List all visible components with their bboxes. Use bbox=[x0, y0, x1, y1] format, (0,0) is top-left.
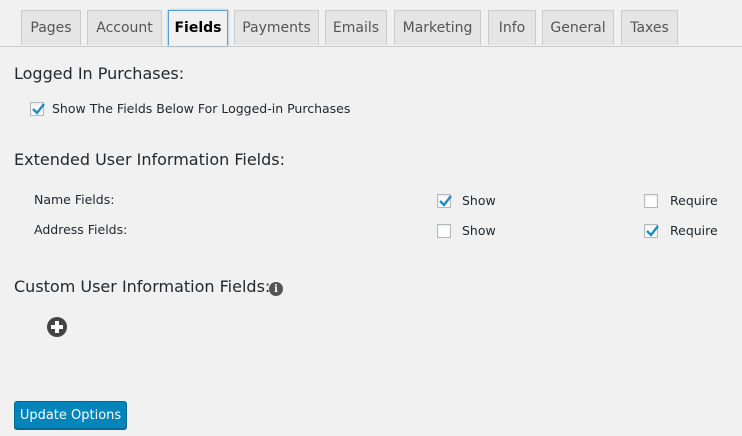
address-show-checkbox[interactable] bbox=[437, 224, 451, 238]
custom-heading: Custom User Information Fields: bbox=[14, 277, 271, 296]
tab-marketing[interactable]: Marketing bbox=[394, 10, 481, 45]
checkmark-icon bbox=[439, 195, 452, 207]
tab-label: Account bbox=[96, 20, 153, 36]
name-require-label: Require bbox=[670, 193, 718, 208]
tab-label: Emails bbox=[332, 20, 380, 36]
update-options-button[interactable]: Update Options bbox=[14, 401, 127, 429]
tab-fields[interactable]: Fields bbox=[168, 10, 228, 46]
name-show-label: Show bbox=[462, 193, 496, 208]
tab-label: Payments bbox=[242, 20, 311, 36]
address-require-checkbox[interactable] bbox=[644, 224, 659, 238]
tab-pages[interactable]: Pages bbox=[21, 10, 81, 45]
tab-label: Info bbox=[498, 20, 526, 36]
name-fields-label: Name Fields: bbox=[34, 192, 115, 207]
tab-payments[interactable]: Payments bbox=[234, 10, 319, 45]
tab-account[interactable]: Account bbox=[87, 10, 162, 45]
tab-emails[interactable]: Emails bbox=[325, 10, 387, 45]
address-fields-label: Address Fields: bbox=[34, 222, 128, 237]
address-show-label: Show bbox=[462, 223, 496, 238]
extended-heading: Extended User Information Fields: bbox=[14, 150, 285, 169]
tab-label: Fields bbox=[174, 20, 222, 36]
address-require-label: Require bbox=[670, 223, 718, 238]
logged-in-checkbox-label: Show The Fields Below For Logged-in Purc… bbox=[52, 101, 351, 116]
tab-label: Marketing bbox=[402, 20, 473, 36]
name-require-checkbox[interactable] bbox=[644, 194, 658, 208]
name-show-checkbox[interactable] bbox=[437, 194, 452, 208]
logged-in-heading: Logged In Purchases: bbox=[14, 64, 185, 83]
logged-in-checkbox[interactable] bbox=[30, 102, 45, 116]
checkmark-icon bbox=[646, 225, 659, 237]
tab-taxes[interactable]: Taxes bbox=[621, 10, 678, 45]
tab-label: Taxes bbox=[630, 20, 669, 36]
add-field-plus-icon[interactable] bbox=[47, 317, 67, 337]
tab-info[interactable]: Info bbox=[488, 10, 536, 45]
tab-label: Pages bbox=[30, 20, 72, 36]
info-icon[interactable]: i bbox=[269, 282, 283, 296]
tab-general[interactable]: General bbox=[542, 10, 614, 45]
tab-bar: Pages Account Fields Payments Emails Mar… bbox=[0, 0, 742, 47]
checkmark-icon bbox=[32, 103, 45, 115]
tab-label: General bbox=[550, 20, 606, 36]
